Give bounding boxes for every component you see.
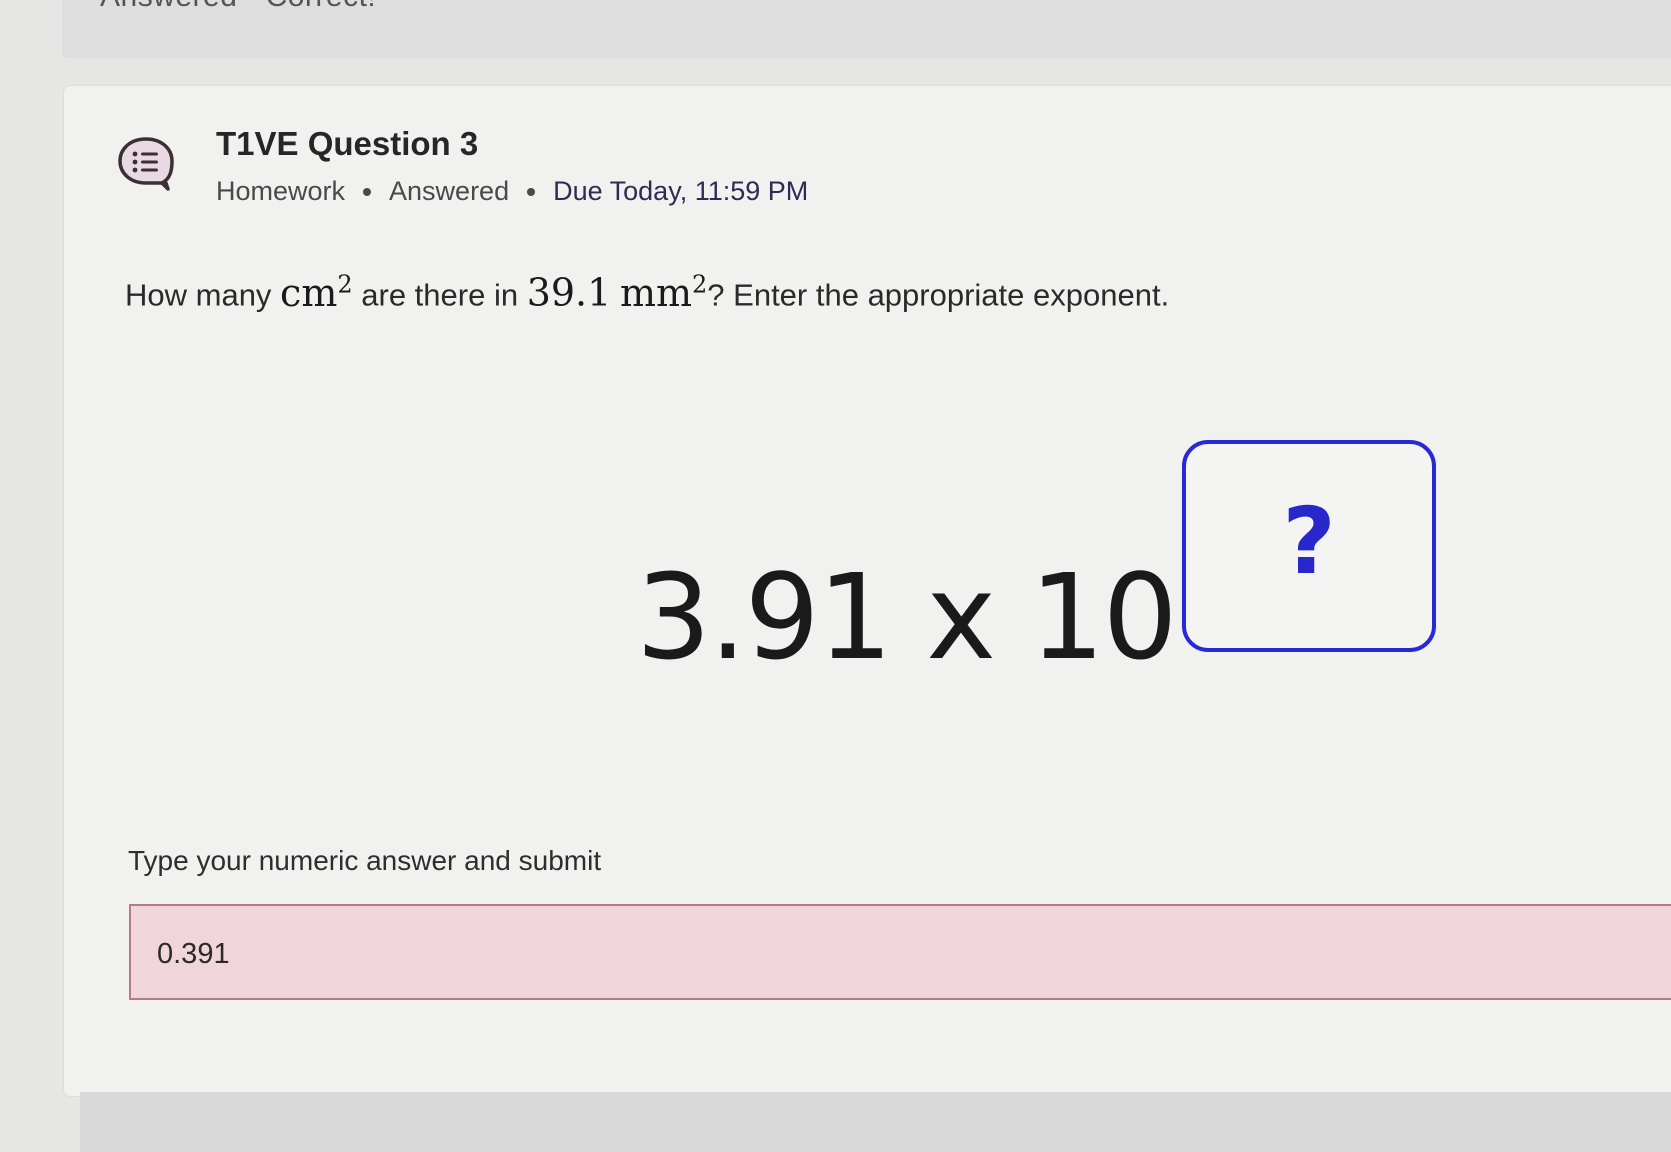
- question-text-part: How many: [125, 277, 281, 313]
- next-section-card: [80, 1092, 1671, 1152]
- question-text-part: ? Enter the appropriate exponent.: [707, 277, 1170, 313]
- times-sign: x: [926, 548, 996, 686]
- separator-dot: [363, 187, 372, 196]
- question-list-icon: [118, 137, 174, 191]
- question-title: T1VE Question 3: [216, 125, 479, 162]
- mantissa: 3.91: [636, 548, 893, 686]
- unit-cm-label: cm: [280, 270, 338, 315]
- answer-prompt: Type your numeric answer and submit: [128, 845, 602, 876]
- scientific-notation-display: 3.91 x 10: [636, 548, 1178, 686]
- exponent-placeholder: ?: [1282, 487, 1336, 595]
- unit-cm-exponent: 2: [337, 270, 353, 298]
- unit-mm: mm2: [619, 270, 708, 315]
- unit-mm-exponent: 2: [692, 270, 708, 298]
- previous-status-text: Answered - Correct!: [100, 0, 376, 14]
- given-value: 39.1: [526, 270, 612, 315]
- question-text: How many cm2 are there in 39.1 mm2? Ente…: [125, 270, 1169, 315]
- numeric-answer-input[interactable]: 0.391: [129, 904, 1671, 1000]
- meta-type: Homework: [216, 176, 346, 206]
- meta-due: Due Today, 11:59 PM: [553, 176, 809, 206]
- base-ten: 10: [1029, 548, 1178, 686]
- question-text-part: are there in: [352, 277, 527, 313]
- separator-dot: [527, 187, 536, 196]
- exponent-box: ?: [1182, 440, 1436, 652]
- unit-mm-label: mm: [619, 270, 693, 315]
- question-meta: Homework Answered Due Today, 11:59 PM: [216, 176, 808, 207]
- meta-status: Answered: [389, 176, 510, 206]
- unit-cm: cm2: [280, 270, 353, 315]
